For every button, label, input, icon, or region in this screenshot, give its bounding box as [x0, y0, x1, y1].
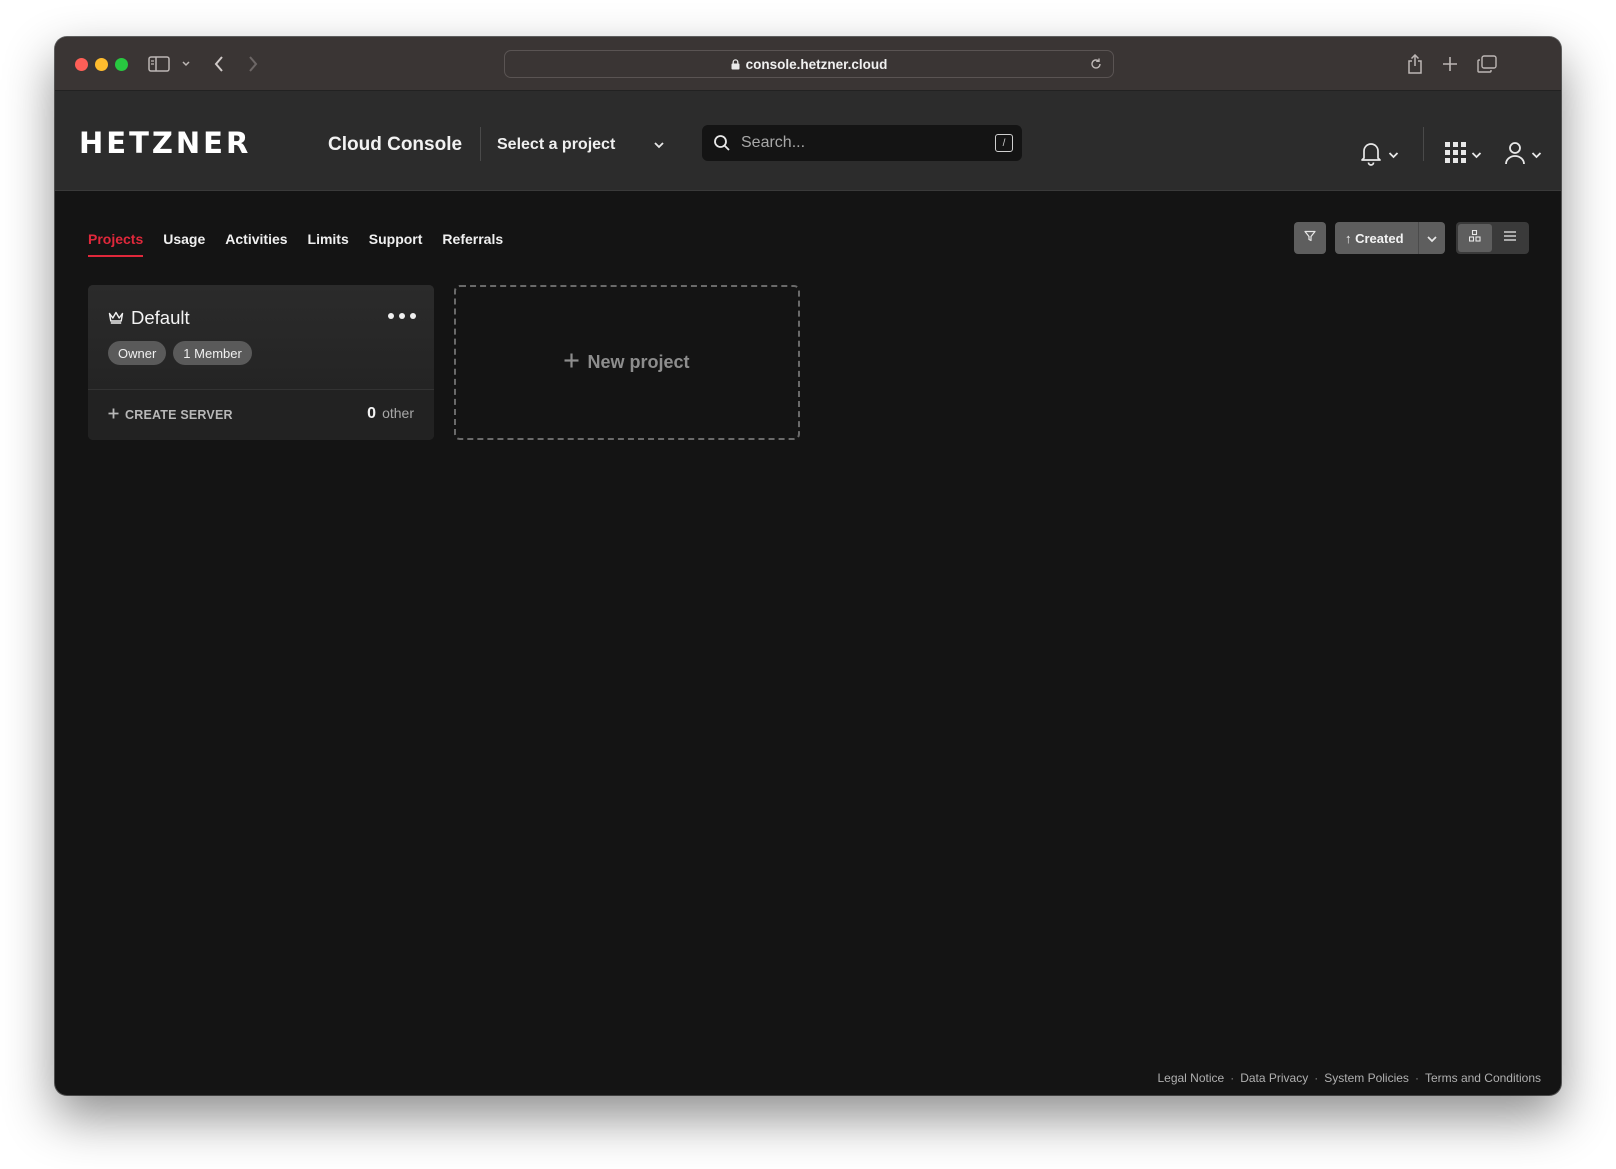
app-title: Cloud Console	[328, 134, 463, 155]
footer-separator: ·	[1414, 1071, 1419, 1085]
browser-window: console.hetzner.cloud HETZNER Cloud Cons…	[55, 37, 1561, 1095]
bell-icon	[1359, 140, 1383, 171]
server-count: 0 other	[367, 405, 414, 423]
tab-referrals[interactable]: Referrals	[442, 231, 503, 257]
chevron-down-icon	[1531, 146, 1542, 164]
url-text: console.hetzner.cloud	[745, 56, 888, 72]
minimize-window-button[interactable]	[95, 58, 108, 71]
role-badge: Owner	[108, 341, 167, 365]
sort-label: ↑ Created	[1345, 230, 1404, 246]
list-view-button[interactable]	[1494, 224, 1528, 252]
forward-icon[interactable]	[247, 51, 259, 77]
apps-menu-button[interactable]	[1445, 140, 1482, 170]
lock-icon	[731, 58, 740, 69]
footer-separator: ·	[1230, 1071, 1235, 1085]
create-server-label: CREATE SERVER	[125, 408, 233, 422]
filter-icon	[1304, 229, 1316, 247]
address-bar[interactable]: console.hetzner.cloud	[504, 50, 1114, 78]
chevron-down-icon	[1388, 146, 1399, 164]
chevron-down-icon	[653, 136, 665, 154]
create-server-button[interactable]: CREATE SERVER	[108, 408, 233, 422]
main-tabs: Projects Usage Activities Limits Support…	[88, 231, 503, 257]
sort-divider	[1418, 222, 1419, 254]
app-header: HETZNER Cloud Console Select a project S…	[55, 91, 1561, 191]
back-icon[interactable]	[213, 51, 225, 77]
close-window-button[interactable]	[75, 58, 88, 71]
user-menu-button[interactable]	[1504, 140, 1542, 170]
project-name: Default	[108, 307, 190, 329]
server-count-value: 0	[367, 405, 377, 422]
chevron-down-icon	[1471, 146, 1482, 164]
chevron-down-icon[interactable]	[181, 51, 191, 77]
footer-separator: ·	[1314, 1071, 1319, 1085]
project-selector-label: Select a project	[497, 136, 616, 153]
system-policies-link[interactable]: System Policies	[1324, 1071, 1409, 1085]
sidebar-toggle-icon[interactable]	[148, 51, 170, 77]
filter-button[interactable]	[1294, 222, 1326, 254]
new-project-button[interactable]: New project	[454, 285, 800, 440]
list-view-icon	[1503, 229, 1517, 247]
plus-icon	[564, 352, 579, 373]
footer-links: Legal Notice · Data Privacy · System Pol…	[1157, 1071, 1541, 1085]
chevron-down-icon	[1426, 232, 1438, 247]
project-card-footer: CREATE SERVER 0 other	[88, 389, 434, 440]
project-selector[interactable]: Select a project	[497, 133, 665, 157]
terms-link[interactable]: Terms and Conditions	[1425, 1071, 1541, 1085]
search-placeholder: Search...	[741, 134, 806, 151]
grid-view-icon	[1468, 229, 1481, 247]
more-options-icon[interactable]	[388, 309, 416, 323]
tab-limits[interactable]: Limits	[308, 231, 349, 257]
new-project-label: New project	[587, 352, 690, 372]
project-card[interactable]: Default Owner 1 Member CREATE SERVER 0 o…	[88, 285, 434, 440]
user-icon	[1504, 141, 1526, 170]
search-input[interactable]: Search... /	[702, 125, 1022, 161]
tab-activities[interactable]: Activities	[225, 231, 287, 257]
server-count-label: other	[382, 405, 414, 421]
project-name-label: Default	[131, 307, 190, 328]
header-divider	[1423, 127, 1424, 161]
reload-icon[interactable]	[1089, 57, 1103, 74]
tab-usage[interactable]: Usage	[163, 231, 205, 257]
tab-support[interactable]: Support	[369, 231, 423, 257]
browser-toolbar: console.hetzner.cloud	[55, 37, 1561, 91]
search-shortcut-hint: /	[995, 134, 1013, 152]
new-tab-icon[interactable]	[1442, 51, 1458, 77]
notifications-button[interactable]	[1359, 140, 1399, 170]
data-privacy-link[interactable]: Data Privacy	[1240, 1071, 1308, 1085]
grid-apps-icon	[1445, 142, 1466, 168]
view-toggle	[1456, 222, 1529, 254]
search-icon	[713, 134, 731, 157]
share-icon[interactable]	[1407, 51, 1423, 77]
hetzner-logo[interactable]: HETZNER	[79, 129, 251, 158]
zoom-window-button[interactable]	[115, 58, 128, 71]
grid-view-button[interactable]	[1458, 224, 1492, 252]
tab-overview-icon[interactable]	[1477, 51, 1497, 77]
crown-icon	[108, 307, 124, 329]
sort-dropdown[interactable]: ↑ Created	[1335, 222, 1445, 254]
tab-projects[interactable]: Projects	[88, 231, 144, 257]
members-badge: 1 Member	[173, 341, 252, 365]
plus-icon	[108, 408, 119, 422]
project-badges: Owner 1 Member	[108, 341, 252, 365]
project-card-header	[88, 285, 434, 389]
header-divider	[480, 127, 481, 161]
legal-notice-link[interactable]: Legal Notice	[1157, 1071, 1224, 1085]
